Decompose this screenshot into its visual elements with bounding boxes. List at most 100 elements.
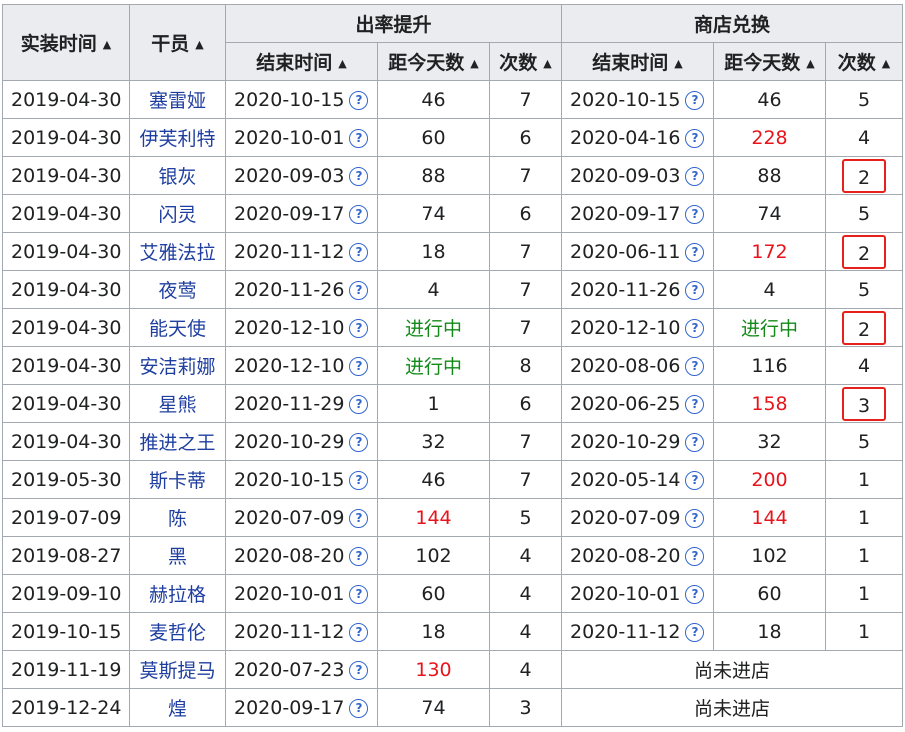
col-shop-count[interactable]: 次数 ▲︎	[825, 42, 903, 81]
shop-count-cell: 2	[825, 308, 903, 347]
install-date-cell: 2019-11-19	[2, 650, 130, 689]
col-operator[interactable]: 干员 ▲︎	[129, 4, 226, 81]
date-text: 2020-10-01	[234, 126, 345, 149]
help-icon[interactable]: ?	[349, 204, 369, 224]
sort-icon[interactable]: ▲︎	[674, 57, 682, 70]
help-icon[interactable]: ?	[349, 470, 369, 490]
help-icon[interactable]: ?	[349, 318, 369, 338]
shop-end-time-cell: 2020-10-15?	[561, 80, 714, 119]
operator-name-cell[interactable]: 银灰	[129, 156, 226, 195]
operator-name-cell[interactable]: 伊芙利特	[129, 118, 226, 157]
col-shop-end-time[interactable]: 结束时间 ▲︎	[561, 42, 714, 81]
help-icon[interactable]: ?	[685, 584, 705, 604]
col-rate-end-time[interactable]: 结束时间 ▲︎	[225, 42, 378, 81]
table-row: 2019-04-30 塞雷娅 2020-10-15? 46 7 2020-10-15? 46…	[2, 80, 903, 119]
help-icon[interactable]: ?	[685, 90, 705, 110]
date-text: 2020-10-15	[234, 468, 345, 491]
help-icon[interactable]: ?	[349, 280, 369, 300]
table-row: 2019-04-30 安洁莉娜 2020-12-10? 进行中 8 2020-08-06?…	[2, 346, 903, 385]
date-text: 2020-07-09	[570, 506, 681, 529]
help-icon[interactable]: ?	[685, 394, 705, 414]
operator-name-cell[interactable]: 莫斯提马	[129, 650, 226, 689]
shop-count-cell: 1	[825, 498, 903, 537]
help-icon[interactable]: ?	[349, 90, 369, 110]
table-row: 2019-04-30 能天使 2020-12-10? 进行中 7 2020-12-10? 进…	[2, 308, 903, 347]
operator-name-cell[interactable]: 艾雅法拉	[129, 232, 226, 271]
operator-name-cell[interactable]: 能天使	[129, 308, 226, 347]
operator-name-cell[interactable]: 麦哲伦	[129, 612, 226, 651]
rate-end-time-cell: 2020-10-01?	[225, 574, 378, 613]
help-icon[interactable]: ?	[685, 242, 705, 262]
operator-name-cell[interactable]: 黑	[129, 536, 226, 575]
help-icon[interactable]: ?	[349, 166, 369, 186]
shop-end-time-cell: 2020-07-09?	[561, 498, 714, 537]
help-icon[interactable]: ?	[349, 546, 369, 566]
help-icon[interactable]: ?	[685, 546, 705, 566]
install-date-cell: 2019-07-09	[2, 498, 130, 537]
shop-days-cell: 18	[713, 612, 826, 651]
operator-name-cell[interactable]: 斯卡蒂	[129, 460, 226, 499]
col-shop-days-since[interactable]: 距今天数 ▲︎	[713, 42, 826, 81]
sort-icon[interactable]: ▲︎	[882, 57, 890, 70]
help-icon[interactable]: ?	[685, 280, 705, 300]
sort-icon[interactable]: ▲︎	[470, 57, 478, 70]
help-icon[interactable]: ?	[349, 242, 369, 262]
help-icon[interactable]: ?	[685, 128, 705, 148]
help-icon[interactable]: ?	[349, 698, 369, 718]
shop-end-time-cell: 2020-06-25?	[561, 384, 714, 423]
help-icon[interactable]: ?	[685, 508, 705, 528]
col-rate-count[interactable]: 次数 ▲︎	[489, 42, 562, 81]
header-row: 实装时间 ▲︎ 干员 ▲︎ 出率提升 商店兑换	[2, 4, 903, 81]
col-install-time[interactable]: 实装时间 ▲︎	[2, 4, 130, 81]
shop-end-time-cell: 2020-08-06?	[561, 346, 714, 385]
operator-name-cell[interactable]: 推进之王	[129, 422, 226, 461]
rate-count-cell: 4	[489, 574, 562, 613]
help-icon[interactable]: ?	[349, 128, 369, 148]
operator-name-cell[interactable]: 闪灵	[129, 194, 226, 233]
help-icon[interactable]: ?	[349, 432, 369, 452]
help-icon[interactable]: ?	[685, 432, 705, 452]
rate-end-time-cell: 2020-10-15?	[225, 80, 378, 119]
operator-name-cell[interactable]: 星熊	[129, 384, 226, 423]
operator-name-cell[interactable]: 煌	[129, 688, 226, 727]
operator-name-cell[interactable]: 塞雷娅	[129, 80, 226, 119]
shop-end-time-cell: 2020-10-01?	[561, 574, 714, 613]
help-icon[interactable]: ?	[349, 622, 369, 642]
help-icon[interactable]: ?	[685, 356, 705, 376]
sort-icon[interactable]: ▲︎	[543, 57, 551, 70]
help-icon[interactable]: ?	[349, 584, 369, 604]
operator-name-cell[interactable]: 安洁莉娜	[129, 346, 226, 385]
table-row: 2019-10-15 麦哲伦 2020-11-12? 18 4 2020-11-12? 18…	[2, 612, 903, 651]
rate-days-cell: 102	[377, 536, 490, 575]
operator-name-cell[interactable]: 夜莺	[129, 270, 226, 309]
rate-days-cell: 进行中	[377, 308, 490, 347]
sort-icon[interactable]: ▲︎	[338, 57, 346, 70]
help-icon[interactable]: ?	[349, 660, 369, 680]
help-icon[interactable]: ?	[685, 166, 705, 186]
sort-icon[interactable]: ▲︎	[103, 38, 111, 51]
operator-name-cell[interactable]: 陈	[129, 498, 226, 537]
shop-days-cell: 进行中	[713, 308, 826, 347]
operator-name-cell[interactable]: 赫拉格	[129, 574, 226, 613]
sort-icon[interactable]: ▲︎	[195, 38, 203, 51]
rate-count-cell: 5	[489, 498, 562, 537]
shop-end-time-cell: 2020-09-17?	[561, 194, 714, 233]
highlight-box: 2	[842, 234, 886, 269]
sort-icon[interactable]: ▲︎	[806, 57, 814, 70]
shop-end-time-cell: 2020-06-11?	[561, 232, 714, 271]
help-icon[interactable]: ?	[685, 470, 705, 490]
help-icon[interactable]: ?	[349, 356, 369, 376]
shop-days-cell: 102	[713, 536, 826, 575]
table-body: 2019-04-30 塞雷娅 2020-10-15? 46 7 2020-10-15? 46…	[2, 80, 903, 727]
help-icon[interactable]: ?	[685, 318, 705, 338]
rate-count-cell: 7	[489, 156, 562, 195]
install-date-cell: 2019-09-10	[2, 574, 130, 613]
shop-count-cell: 5	[825, 80, 903, 119]
help-icon[interactable]: ?	[685, 204, 705, 224]
help-icon[interactable]: ?	[349, 394, 369, 414]
help-icon[interactable]: ?	[685, 622, 705, 642]
install-date-cell: 2019-04-30	[2, 346, 130, 385]
col-rate-days-since[interactable]: 距今天数 ▲︎	[377, 42, 490, 81]
help-icon[interactable]: ?	[349, 508, 369, 528]
table-row: 2019-11-19 莫斯提马 2020-07-23? 130 4 尚未进店	[2, 650, 903, 689]
